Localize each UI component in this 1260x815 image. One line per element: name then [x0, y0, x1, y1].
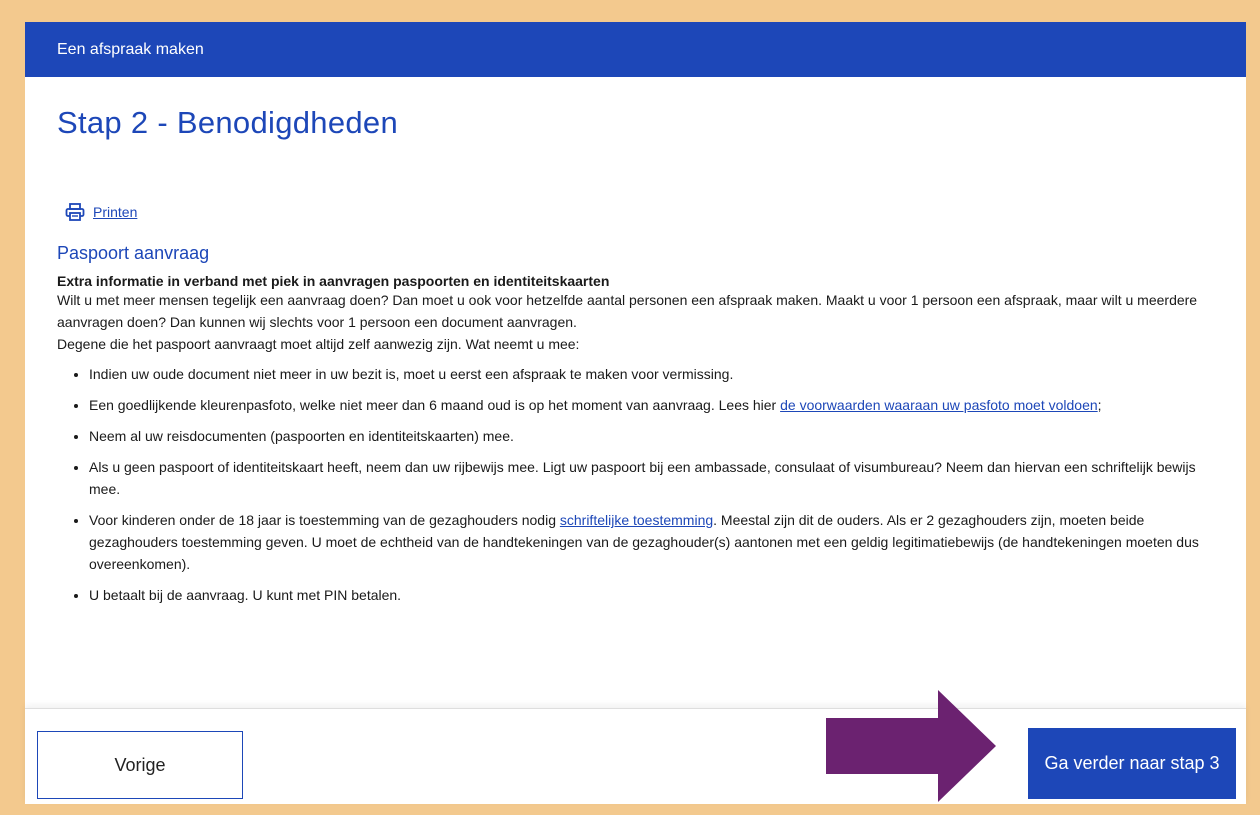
next-step-button[interactable]: Ga verder naar stap 3 [1028, 728, 1236, 799]
appointment-panel: Een afspraak maken Stap 2 - Benodigdhede… [25, 22, 1246, 804]
print-row: Printen [57, 203, 1214, 221]
printer-icon[interactable] [65, 203, 85, 221]
extra-info-title: Extra informatie in verband met piek in … [57, 273, 610, 289]
header-title: Een afspraak maken [57, 40, 204, 58]
photo-requirements-link[interactable]: de voorwaarden waaraan uw pasfoto moet v… [780, 397, 1098, 413]
list-item: Neem al uw reisdocumenten (paspoorten en… [89, 425, 1214, 447]
list-item: Als u geen paspoort of identiteitskaart … [89, 456, 1214, 500]
footer-bar: Vorige Ga verder naar stap 3 [25, 708, 1246, 804]
list-item: Voor kinderen onder de 18 jaar is toeste… [89, 509, 1214, 575]
list-item: U betaalt bij de aanvraag. U kunt met PI… [89, 584, 1214, 606]
print-link[interactable]: Printen [93, 204, 137, 220]
previous-button[interactable]: Vorige [37, 731, 243, 799]
requirements-list: Indien uw oude document niet meer in uw … [57, 363, 1214, 606]
section-title: Paspoort aanvraag [57, 243, 210, 263]
intro-paragraph-1: Wilt u met meer mensen tegelijk een aanv… [57, 292, 1198, 330]
main-content: Stap 2 - Benodigdheden Printen Paspoort … [25, 105, 1246, 606]
arrow-annotation-icon [826, 690, 996, 802]
written-consent-link[interactable]: schriftelijke toestemming [560, 512, 713, 528]
header-bar: Een afspraak maken [25, 22, 1246, 77]
list-item-text: Een goedlijkende kleurenpasfoto, welke n… [89, 397, 781, 413]
page-title: Stap 2 - Benodigdheden [57, 105, 398, 140]
list-item-text: ; [1097, 397, 1102, 413]
list-item-text: Voor kinderen onder de 18 jaar is toeste… [89, 512, 560, 528]
intro-paragraph-2: Degene die het paspoort aanvraagt moet a… [57, 336, 580, 352]
list-item: Een goedlijkende kleurenpasfoto, welke n… [89, 394, 1214, 416]
list-item: Indien uw oude document niet meer in uw … [89, 363, 1214, 385]
